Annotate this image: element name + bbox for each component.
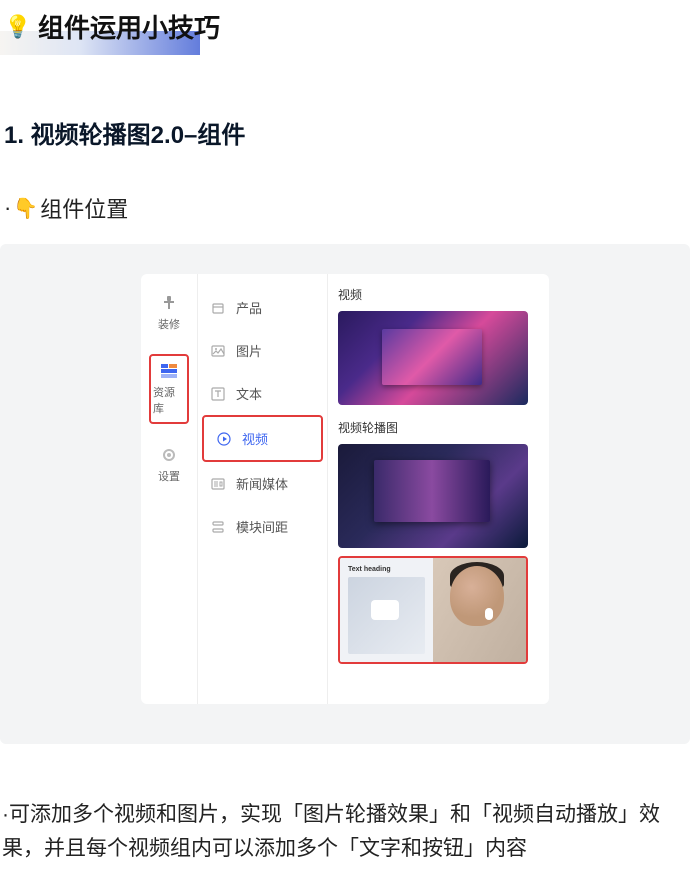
cat-spacing[interactable]: 模块间距	[198, 505, 327, 548]
lightbulb-icon: 💡	[6, 11, 30, 43]
vnav-resource[interactable]: 资源库	[149, 354, 189, 424]
cat-label: 文本	[236, 384, 262, 403]
monitor-graphic	[382, 329, 482, 385]
monitor-graphic	[374, 460, 490, 522]
cat-text[interactable]: 文本	[198, 372, 327, 415]
thumb-carousel-1[interactable]	[338, 444, 528, 548]
news-icon	[210, 476, 226, 492]
editor-panel: 装修 资源库 设置 产品	[141, 274, 549, 704]
cat-label: 模块间距	[236, 517, 288, 536]
vnav-settings[interactable]: 设置	[149, 442, 189, 488]
spacing-icon	[210, 519, 226, 535]
earbuds-right-pane	[433, 558, 526, 662]
category-list: 产品 图片 文本 视频	[197, 274, 327, 704]
text-icon	[210, 386, 226, 402]
cat-label: 图片	[236, 341, 262, 360]
preview-column: 视频 视频轮播图 Text heading	[327, 274, 549, 704]
page-title: 组件运用小技巧	[38, 8, 220, 45]
cat-news[interactable]: 新闻媒体	[198, 462, 327, 505]
footer-paragraph: ·可添加多个视频和图片，实现「图片轮播效果」和「视频自动播放」效果，并且每个视频…	[0, 798, 690, 865]
screenshot-container: 装修 资源库 设置 产品	[0, 244, 690, 744]
point-down-icon: 👇	[13, 196, 38, 221]
preview-label-carousel: 视频轮播图	[338, 419, 539, 436]
component-location-label: 组件位置	[40, 192, 128, 224]
component-location-row: · 👇 组件位置	[0, 192, 690, 224]
person-earbud-graphic	[485, 608, 493, 620]
play-icon	[216, 431, 232, 447]
gear-icon	[160, 446, 178, 464]
image-icon	[210, 343, 226, 359]
bullet-dot: ·	[4, 195, 11, 221]
page-header: 💡 组件运用小技巧	[0, 0, 690, 45]
cat-label: 产品	[236, 298, 262, 317]
cat-video[interactable]: 视频	[202, 415, 323, 462]
resource-icon	[160, 362, 178, 380]
section-heading: 1. 视频轮播图2.0–组件	[0, 115, 690, 150]
vnav-decorate[interactable]: 装修	[149, 290, 189, 336]
cat-label: 新闻媒体	[236, 474, 288, 493]
cat-label: 视频	[242, 429, 268, 448]
preview-label-video: 视频	[338, 286, 539, 303]
decorate-icon	[160, 294, 178, 312]
person-head-graphic	[450, 566, 504, 626]
cat-product[interactable]: 产品	[198, 286, 327, 329]
thumb-carousel-2[interactable]: Text heading	[338, 556, 528, 664]
vertical-nav: 装修 资源库 设置	[141, 274, 197, 704]
vnav-label: 设置	[158, 468, 180, 484]
earbuds-product-graphic	[348, 577, 425, 654]
thumb-video[interactable]	[338, 311, 528, 405]
cat-image[interactable]: 图片	[198, 329, 327, 372]
package-icon	[210, 300, 226, 316]
vnav-label: 装修	[158, 316, 180, 332]
sample-heading: Text heading	[348, 566, 425, 573]
vnav-label: 资源库	[153, 384, 185, 416]
earbuds-left-pane: Text heading	[340, 558, 433, 662]
